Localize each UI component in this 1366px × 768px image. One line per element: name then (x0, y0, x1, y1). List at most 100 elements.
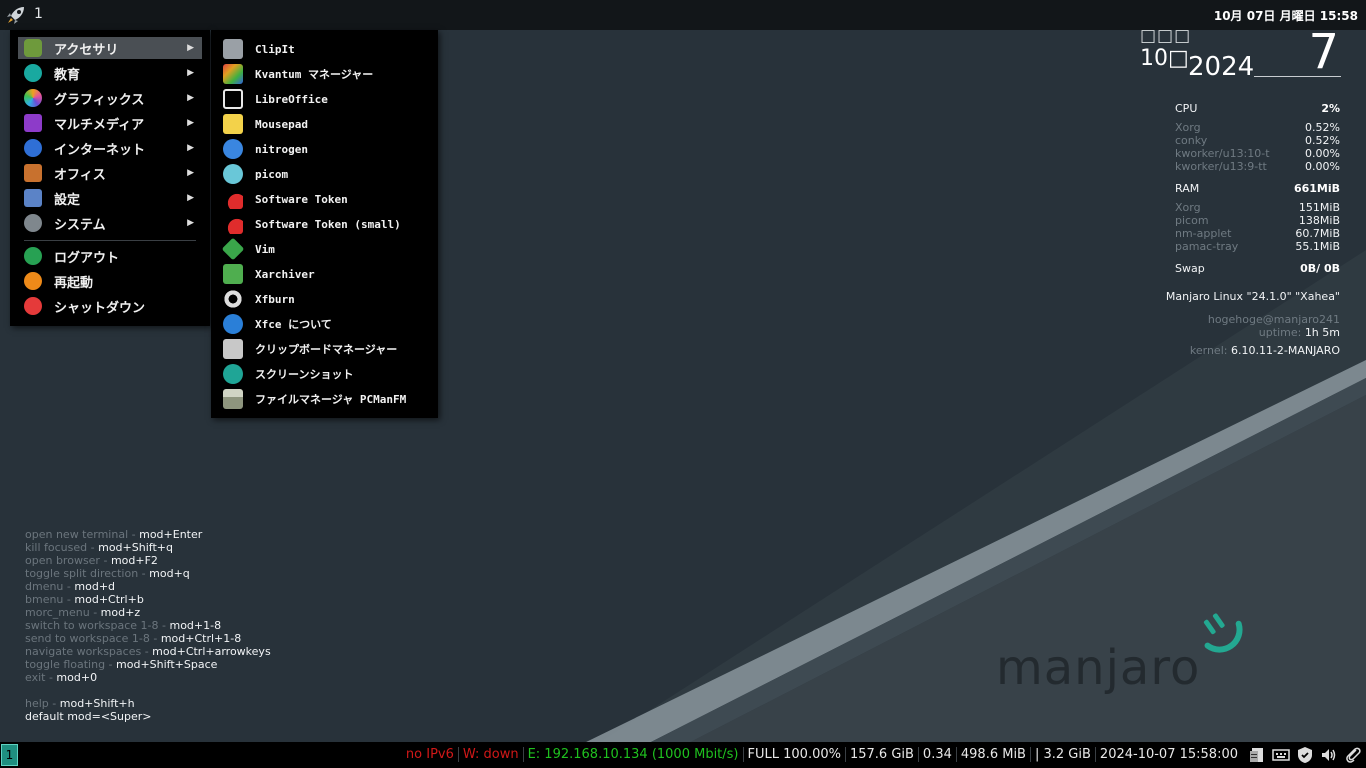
keybinding-row: toggle split direction - mod+q (25, 567, 190, 580)
status-memory: 498.6 MiB (957, 747, 1031, 762)
keybinding-row: dmenu - mod+d (25, 580, 116, 593)
submenu-item-libreoffice[interactable]: LibreOffice (223, 88, 328, 110)
submenu-item-xfburn[interactable]: Xfburn (223, 288, 295, 310)
keybinding-key: mod+Shift+h (59, 697, 135, 710)
restart-button[interactable]: 再起動 (18, 270, 202, 292)
status-battery: FULL 100.00% (744, 747, 846, 762)
submenu-item-file-manager[interactable]: ファイルマネージャ PCManFM (223, 388, 406, 410)
menu-item-label: マルチメディア (54, 117, 145, 133)
submenu-item-nitrogen[interactable]: nitrogen (223, 138, 308, 160)
submenu-item-xarchiver[interactable]: Xarchiver (223, 263, 315, 285)
conky-label: RAM (1175, 182, 1200, 195)
logout-button[interactable]: ログアウト (18, 245, 202, 267)
status-wifi: W: down (459, 747, 524, 762)
screenshot-icon (223, 364, 243, 384)
conky-proc-name: Xorg (1175, 201, 1201, 214)
rocket-launcher-icon[interactable] (4, 3, 28, 27)
submenu-arrow-icon: ▶ (187, 218, 194, 228)
keybinding-key: mod+Ctrl+1-8 (160, 632, 242, 645)
accessories-icon (24, 39, 42, 57)
status-disk: 157.6 GiB (846, 747, 919, 762)
conky-kernel: kernel: 6.10.11-2-MANJARO (1190, 344, 1340, 357)
keybinding-desc: exit (25, 671, 46, 684)
submenu-item-kvantum[interactable]: Kvantum マネージャー (223, 63, 373, 85)
menu-item-label: システム (54, 217, 106, 233)
conky-uptime: uptime: 1h 5m (1259, 326, 1340, 339)
menu-item-system[interactable]: システム ▶ (18, 212, 202, 234)
keybinding-row: bmenu - mod+Ctrl+b (25, 593, 144, 606)
shield-tray-icon[interactable] (1296, 745, 1314, 765)
submenu-item-label: Software Token (small) (255, 217, 401, 231)
submenu-item-screenshot[interactable]: スクリーンショット (223, 363, 353, 385)
keybinding-key: mod+Shift+q (98, 541, 173, 554)
libreoffice-icon (223, 89, 243, 109)
menu-item-label: 教育 (54, 67, 81, 83)
submenu-item-label: picom (255, 167, 289, 181)
keybinding-row: open browser - mod+F2 (25, 554, 158, 567)
status-ethernet: E: 192.168.10.134 (1000 Mbit/s) (524, 747, 744, 762)
menu-item-education[interactable]: 教育 ▶ (18, 62, 202, 84)
keybinding-row: switch to workspace 1-8 - mod+1-8 (25, 619, 222, 632)
keyboard-tray-icon[interactable] (1272, 745, 1290, 765)
submenu-item-picom[interactable]: picom (223, 163, 288, 185)
topbar-workspace-number[interactable]: 1 (34, 6, 43, 22)
menu-item-office[interactable]: オフィス ▶ (18, 162, 202, 184)
conky-kernel-label: kernel: (1189, 344, 1228, 357)
submenu-item-software-token-small[interactable]: Software Token (small) (223, 213, 401, 235)
attachment-tray-icon[interactable] (1344, 745, 1362, 765)
keybinding-key: mod+d (74, 580, 116, 593)
menu-item-multimedia[interactable]: マルチメディア ▶ (18, 112, 202, 134)
status-load: 0.34 (919, 747, 957, 762)
submenu-item-vim[interactable]: Vim (221, 237, 275, 261)
keybinding-key: mod+1-8 (169, 619, 222, 632)
conky-proc-value: 0.52% (1305, 134, 1340, 147)
keybinding-key: mod+F2 (110, 554, 158, 567)
submenu-arrow-icon: ▶ (187, 143, 194, 153)
submenu-item-label: Vim (255, 242, 275, 256)
conky-month-glyph: □□□ (1140, 26, 1192, 46)
conky-label: CPU (1175, 102, 1198, 115)
conky-ram-proc: nm-applet 60.7MiB (1175, 227, 1340, 240)
submenu-item-label: Xfce について (255, 318, 332, 331)
conky-userhost-text: hogehoge@manjaro241 (1207, 313, 1340, 326)
conky-date-widget: □□□ 10□ 2024 7 (1140, 26, 1345, 86)
keybinding-key: mod+z (100, 606, 141, 619)
menu-item-internet[interactable]: インターネット ▶ (18, 137, 202, 159)
keybinding-desc: bmenu (25, 593, 64, 606)
submenu-item-about-xfce[interactable]: Xfce について (223, 313, 332, 335)
volume-tray-icon[interactable] (1320, 745, 1338, 765)
keybinding-desc: open new terminal (25, 528, 129, 541)
menu-item-accessories[interactable]: アクセサリ ▶ (18, 37, 202, 59)
conky-proc-name: picom (1175, 214, 1209, 227)
keybinding-row: navigate workspaces - mod+Ctrl+arrowkeys (25, 645, 271, 658)
shutdown-icon (24, 297, 42, 315)
system-tray (1248, 745, 1362, 765)
conky-proc-name: kworker/u13:10-t (1175, 147, 1270, 160)
submenu-item-label: Kvantum マネージャー (255, 68, 374, 81)
conky-proc-name: conky (1175, 134, 1208, 147)
submenu-item-clipboard-manager[interactable]: クリップボードマネージャー (223, 338, 397, 360)
submenu-item-clipit[interactable]: ClipIt (223, 38, 295, 60)
restart-icon (24, 272, 42, 290)
conky-date-underline (1254, 76, 1341, 77)
menu-item-graphics[interactable]: グラフィックス ▶ (18, 87, 202, 109)
submenu-item-label: Xarchiver (255, 267, 315, 281)
workspace-button-1[interactable]: 1 (1, 744, 18, 766)
conky-uptime-label: uptime: (1258, 326, 1302, 339)
system-icon (24, 214, 42, 232)
keybinding-row: toggle floating - mod+Shift+Space (25, 658, 218, 671)
submenu-item-mousepad[interactable]: Mousepad (223, 113, 308, 135)
submenu-item-label: nitrogen (255, 142, 308, 156)
menu-item-label: ログアウト (54, 250, 120, 266)
clipboard-tray-icon[interactable] (1248, 745, 1266, 765)
keybinding-row: open new terminal - mod+Enter (25, 528, 203, 541)
submenu-item-label: LibreOffice (255, 92, 328, 106)
menu-item-settings[interactable]: 設定 ▶ (18, 187, 202, 209)
conky-cpu-proc: kworker/u13:10-t 0.00% (1175, 147, 1340, 160)
submenu-item-software-token[interactable]: Software Token (223, 188, 348, 210)
application-menu: アクセサリ ▶ 教育 ▶ グラフィックス ▶ マルチメディア ▶ インターネット… (10, 30, 210, 326)
shutdown-button[interactable]: シャットダウン (18, 295, 202, 317)
submenu-arrow-icon: ▶ (187, 193, 194, 203)
menu-item-label: インターネット (54, 142, 146, 158)
keybinding-desc: toggle floating (25, 658, 106, 671)
